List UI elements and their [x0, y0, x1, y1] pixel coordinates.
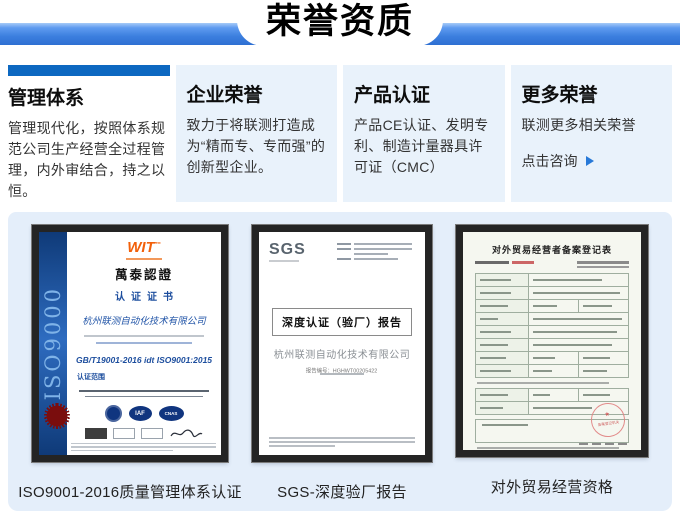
fine-print-line — [269, 445, 335, 447]
fine-print-block — [71, 441, 216, 452]
fine-print-line — [269, 437, 415, 439]
fine-print-line — [71, 446, 216, 448]
certificate-iso-image[interactable]: ISO9000 WIT™ 萬泰認證 认证证书 杭州联测自动化技术有限公司 GB/… — [32, 225, 228, 462]
feature-title: 更多荣誉 — [522, 80, 662, 107]
cnas-logo-icon: CNAS — [159, 406, 184, 421]
certificates-panel: ISO9000 WIT™ 萬泰認證 认证证书 杭州联测自动化技术有限公司 GB/… — [8, 212, 672, 511]
scope-label: 认证范围 — [77, 372, 221, 382]
fine-print-line — [71, 450, 173, 452]
banner-title-tab: 荣誉资质 — [237, 0, 443, 46]
feature-title: 管理体系 — [8, 83, 170, 110]
fine-print-line — [71, 443, 216, 445]
accreditation-logos: IAF CNAS — [67, 405, 221, 422]
wit-logo-subline — [126, 258, 162, 260]
form-number-row — [475, 261, 629, 268]
certificate-trade-image[interactable]: 对外贸易经营者备案登记表 — [456, 225, 648, 457]
certificate-item-iso: ISO9000 WIT™ 萬泰認證 认证证书 杭州联测自动化技术有限公司 GB/… — [32, 225, 228, 502]
certificate-trade-paper: 对外贸易经营者备案登记表 — [463, 232, 641, 450]
arrow-right-icon — [586, 156, 594, 166]
feature-body: 致力于将联测打造成为“精而专、专而强”的创新型企业。 — [187, 115, 327, 178]
certificate-caption: 对外贸易经营资格 — [491, 476, 613, 497]
report-date-line — [320, 373, 364, 375]
iaf-logo-icon: IAF — [129, 406, 152, 421]
consult-link[interactable]: 点击咨询 — [522, 151, 662, 171]
text-line — [577, 266, 629, 269]
fine-print-line — [79, 390, 209, 392]
table-row — [476, 287, 628, 300]
certificate-iso-paper: ISO9000 WIT™ 萬泰認證 认证证书 杭州联测自动化技术有限公司 GB/… — [39, 232, 221, 455]
table-row — [476, 365, 628, 377]
certificate-caption: ISO9001-2016质量管理体系认证 — [18, 481, 242, 502]
text-line — [579, 443, 588, 445]
standard-number: GB/T19001-2016 idt ISO9001:2015 — [67, 355, 221, 365]
text-line — [592, 443, 601, 445]
feature-body: 产品CE认证、发明专利、制造计量器具许可证（CMC） — [354, 115, 494, 178]
stamp-box — [141, 428, 163, 439]
text-line — [337, 258, 417, 260]
text-line — [482, 424, 528, 426]
date-line — [579, 443, 627, 445]
stamp-box — [85, 428, 107, 439]
signature-icon — [169, 427, 203, 440]
iso9000-band-text: ISO9000 — [41, 286, 65, 400]
stamp-box — [113, 428, 135, 439]
text-line — [618, 443, 627, 445]
text-line — [475, 261, 509, 264]
certificate-item-trade: 对外贸易经营者备案登记表 — [456, 225, 648, 502]
certificate-sgs-image[interactable]: SGS 深度认证（验厂）报告 杭州联测自动化技术有限公司 报告编号：HGHWT0… — [252, 225, 432, 462]
text-line — [337, 243, 417, 245]
table-row — [476, 326, 628, 339]
table-row — [476, 274, 628, 287]
table-row — [476, 389, 628, 402]
text-line — [337, 248, 417, 250]
feature-title: 产品认证 — [354, 80, 494, 107]
table-row — [476, 339, 628, 352]
table-row — [476, 313, 628, 326]
wantai-certification-label: 萬泰認證 — [67, 264, 221, 283]
agency-info-block — [337, 243, 417, 263]
text-line — [512, 261, 534, 264]
feature-title: 企业荣誉 — [187, 80, 327, 107]
consult-link-label: 点击咨询 — [522, 151, 578, 171]
certificate-document-title: 认证证书 — [67, 288, 221, 303]
wit-logo: WIT™ — [67, 239, 221, 256]
certificate-sgs-paper: SGS 深度认证（验厂）报告 杭州联测自动化技术有限公司 报告编号：HGHWT0… — [259, 232, 425, 455]
form-note-line — [477, 447, 619, 449]
certificate-item-sgs: SGS 深度认证（验厂）报告 杭州联测自动化技术有限公司 报告编号：HGHWT0… — [252, 225, 432, 502]
certificate-iso-content: WIT™ 萬泰認證 认证证书 杭州联测自动化技术有限公司 GB/T19001-2… — [67, 232, 221, 440]
page-title: 荣誉资质 — [266, 0, 414, 46]
report-number: 报告编号：HGHWT00205422 — [259, 364, 425, 377]
table-row — [476, 300, 628, 313]
feature-card-product-certification: 产品认证 产品CE认证、发明专利、制造计量器具许可证（CMC） — [343, 65, 505, 202]
sgs-logo: SGS — [269, 241, 306, 262]
certificate-caption: SGS-深度验厂报告 — [277, 481, 407, 502]
text-line — [337, 253, 417, 255]
table-row — [476, 352, 628, 365]
certificate-row: ISO9000 WIT™ 萬泰認證 认证证书 杭州联测自动化技术有限公司 GB/… — [32, 225, 648, 502]
feature-card-management: 管理体系 管理现代化，按照体系规范公司生产经营全过程管理，内外审结合，持之以恒。 — [8, 65, 170, 202]
fine-print-line — [84, 335, 204, 337]
stamp-signature-row — [67, 427, 221, 440]
feature-columns: 管理体系 管理现代化，按照体系规范公司生产经营全过程管理，内外审结合，持之以恒。… — [0, 65, 680, 193]
company-name: 杭州联测自动化技术有限公司 — [67, 313, 221, 327]
feature-body: 联测更多相关荣誉 — [522, 115, 662, 136]
feature-card-more-honors: 更多荣誉 联测更多相关荣誉 点击咨询 — [511, 65, 673, 202]
red-seal-icon — [44, 403, 70, 429]
fine-print-line — [96, 342, 192, 344]
accent-bar — [8, 65, 170, 76]
company-name: 杭州联测自动化技术有限公司 — [259, 346, 425, 361]
fine-print-line — [269, 441, 415, 443]
feature-card-enterprise-honor: 企业荣誉 致力于将联测打造成为“精而专、专而强”的创新型企业。 — [176, 65, 338, 202]
feature-body: 管理现代化，按照体系规范公司生产经营全过程管理，内外审结合，持之以恒。 — [8, 118, 170, 202]
fine-print-line — [85, 396, 203, 398]
form-note-line — [477, 382, 609, 384]
report-title: 深度认证（验厂）报告 — [272, 308, 412, 336]
text-line — [577, 261, 629, 264]
text-line — [605, 443, 614, 445]
fine-print-block — [269, 435, 415, 447]
registration-form-table — [475, 273, 629, 378]
wit-globe-icon — [105, 405, 122, 422]
section-banner: 荣誉资质 — [0, 0, 680, 58]
form-title: 对外贸易经营者备案登记表 — [475, 243, 629, 256]
